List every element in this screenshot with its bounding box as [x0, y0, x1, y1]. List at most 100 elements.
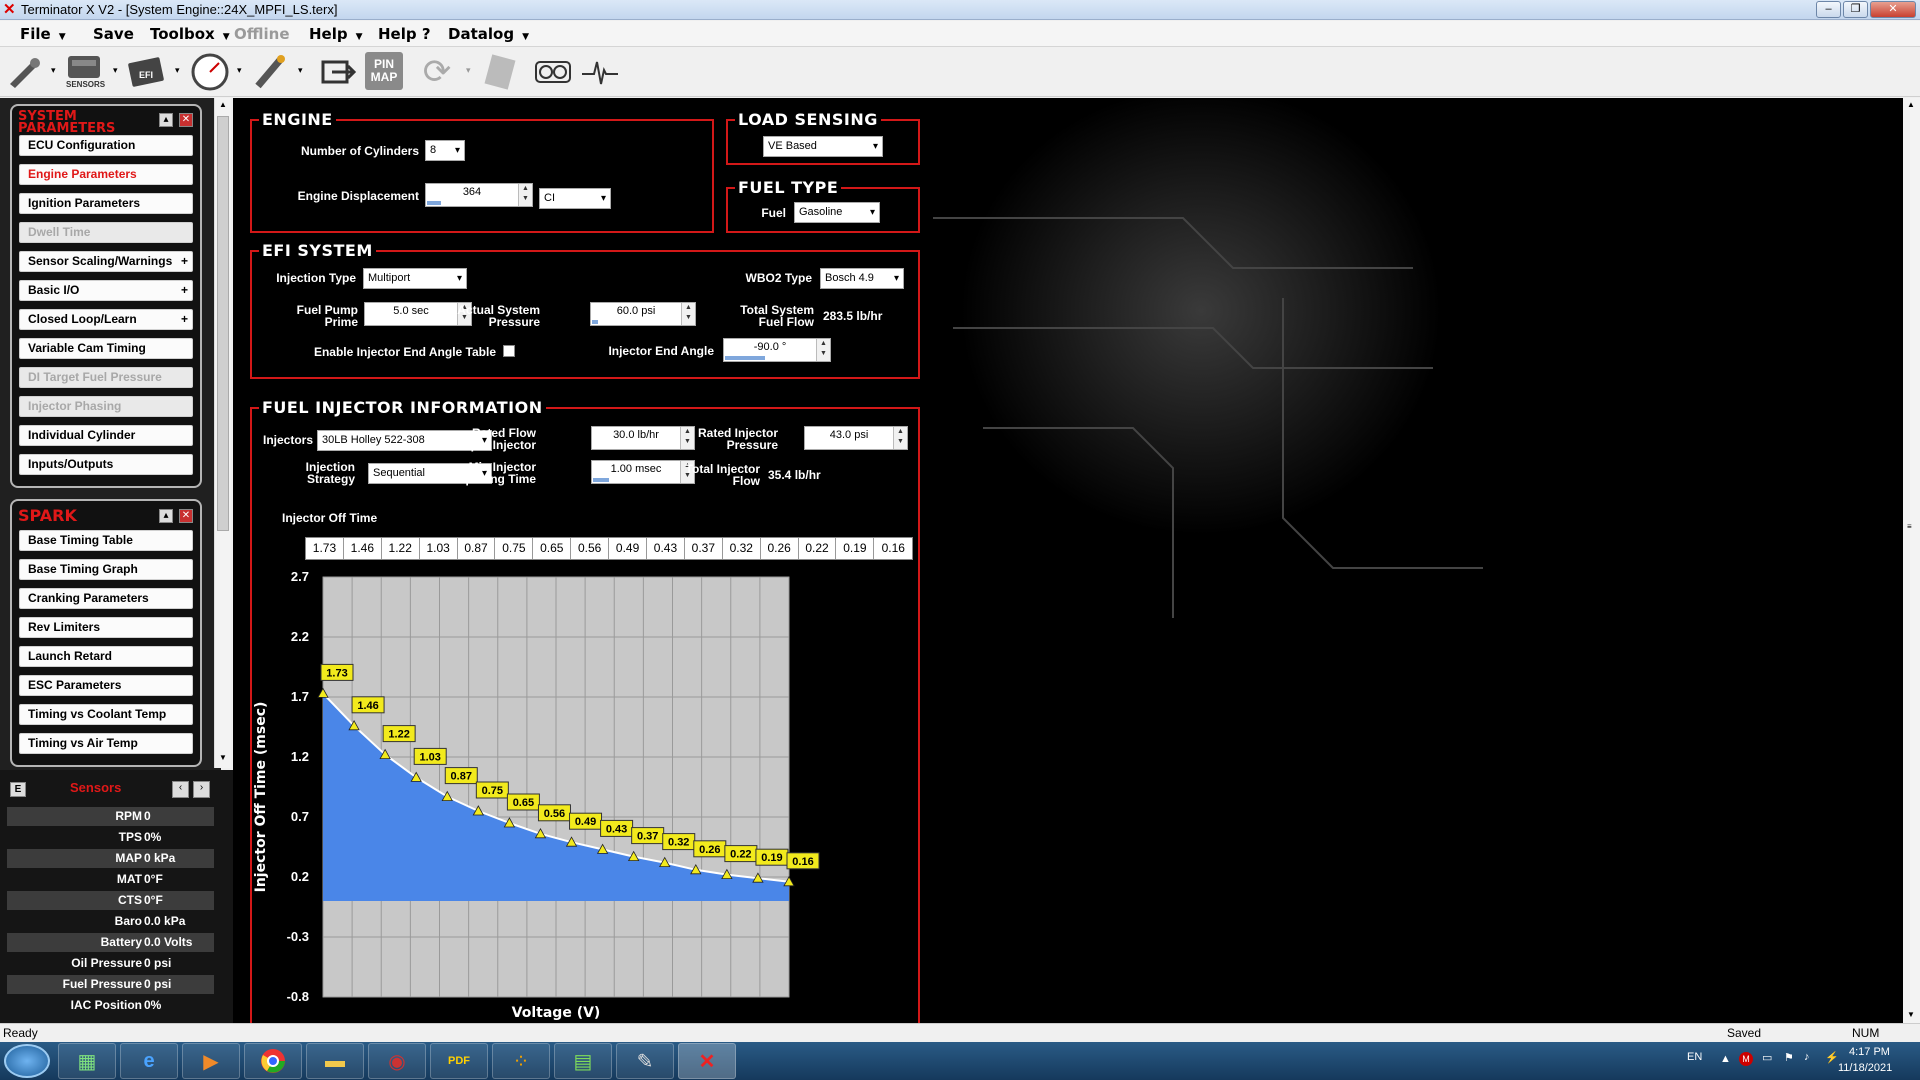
- menu-save[interactable]: Save: [93, 25, 134, 43]
- chrome-icon[interactable]: [244, 1043, 302, 1079]
- menu-help[interactable]: Help ?: [378, 25, 431, 43]
- tray-m-icon[interactable]: M: [1739, 1052, 1753, 1066]
- off-time-cell[interactable]: 0.32: [723, 538, 761, 559]
- nav-closed-loop-learn[interactable]: Closed Loop/Learn +: [19, 309, 193, 330]
- nav-variable-cam-timing[interactable]: Variable Cam Timing: [19, 338, 193, 359]
- language-indicator[interactable]: EN: [1687, 1051, 1702, 1063]
- off-time-cell[interactable]: 0.43: [647, 538, 685, 559]
- spark-close-button[interactable]: ✕: [179, 509, 193, 523]
- spark-collapse-button[interactable]: ▴: [159, 509, 173, 523]
- menu-help[interactable]: Help ▼: [309, 25, 363, 43]
- nav-ignition-parameters[interactable]: Ignition Parameters: [19, 193, 193, 214]
- refresh-dropdown-icon[interactable]: ▾: [466, 65, 471, 76]
- pdf-icon[interactable]: PDF: [430, 1043, 488, 1079]
- displacement-spinner[interactable]: ▲ ▼: [518, 184, 532, 206]
- cylinders-select[interactable]: 8: [425, 140, 465, 161]
- scroll-thumb[interactable]: [217, 116, 229, 531]
- off-time-cell[interactable]: 0.22: [799, 538, 837, 559]
- disc-icon[interactable]: ◉: [368, 1043, 426, 1079]
- gauge-icon[interactable]: [190, 52, 230, 92]
- nav-basic-i-o[interactable]: Basic I/O +: [19, 280, 193, 301]
- chart-app-icon[interactable]: ▤: [554, 1043, 612, 1079]
- nav-sensor-scaling-warnings[interactable]: Sensor Scaling/Warnings +: [19, 251, 193, 272]
- displacement-unit-select[interactable]: CI: [539, 188, 611, 209]
- spark-nav-timing-vs-air-temp[interactable]: Timing vs Air Temp: [19, 733, 193, 754]
- notes-icon[interactable]: [480, 52, 520, 92]
- transfer-icon[interactable]: [318, 52, 358, 92]
- dashboard-icon[interactable]: [533, 52, 573, 92]
- collapse-button[interactable]: ▴: [159, 113, 173, 127]
- menu-toolbox[interactable]: Toolbox ▼: [150, 25, 230, 43]
- tray-network-icon[interactable]: ▭: [1762, 1051, 1772, 1064]
- ie-icon[interactable]: e: [120, 1043, 178, 1079]
- sensors-dropdown-icon[interactable]: ▾: [113, 65, 118, 76]
- right-scrollbar[interactable]: ▲ ≡ ▼: [1903, 98, 1920, 1023]
- end-angle-input[interactable]: -90.0 ° ▲ ▼: [723, 338, 831, 362]
- spark-plug-icon[interactable]: [250, 52, 290, 92]
- off-time-cell[interactable]: 0.75: [495, 538, 534, 559]
- refresh-icon[interactable]: ⟳: [417, 52, 457, 92]
- wbo2-select[interactable]: Bosch 4.9: [820, 268, 904, 289]
- gauge-dropdown-icon[interactable]: ▾: [237, 65, 242, 76]
- spark-nav-timing-vs-coolant-temp[interactable]: Timing vs Coolant Temp: [19, 704, 193, 725]
- maximize-button[interactable]: ❐: [1843, 1, 1868, 18]
- fuel-select[interactable]: Gasoline: [794, 202, 880, 223]
- actual-pressure-spinner[interactable]: ▲ ▼: [681, 303, 695, 325]
- spark-nav-base-timing-table[interactable]: Base Timing Table: [19, 530, 193, 551]
- rated-pressure-spinner[interactable]: ▲ ▼: [893, 427, 907, 449]
- nav-individual-cylinder[interactable]: Individual Cylinder: [19, 425, 193, 446]
- load-sensing-select[interactable]: VE Based: [763, 136, 883, 157]
- folder-icon[interactable]: ▬: [306, 1043, 364, 1079]
- tray-volume-icon[interactable]: ♪: [1804, 1051, 1810, 1063]
- clock-date[interactable]: 11/18/2021: [1838, 1062, 1892, 1074]
- paint-icon[interactable]: ✎: [616, 1043, 674, 1079]
- left-scrollbar[interactable]: ▲ ▼: [214, 98, 231, 768]
- off-time-cell[interactable]: 1.22: [382, 538, 420, 559]
- spark-nav-cranking-parameters[interactable]: Cranking Parameters: [19, 588, 193, 609]
- off-time-cell[interactable]: 0.65: [533, 538, 572, 559]
- terminator-x-icon[interactable]: ✕: [678, 1043, 736, 1079]
- sensors-prev-button[interactable]: ‹: [172, 781, 189, 798]
- off-time-cell[interactable]: 0.26: [761, 538, 799, 559]
- off-time-cell[interactable]: 1.46: [344, 538, 382, 559]
- dots-app-icon[interactable]: ⁘: [492, 1043, 550, 1079]
- injector-icon[interactable]: [4, 52, 44, 92]
- injector-dropdown-icon[interactable]: ▾: [51, 65, 56, 76]
- minimize-button[interactable]: –: [1816, 1, 1841, 18]
- nav-engine-parameters[interactable]: Engine Parameters: [19, 164, 193, 185]
- tray-power-icon[interactable]: ⚡: [1825, 1051, 1839, 1064]
- off-time-cell[interactable]: 0.16: [874, 538, 912, 559]
- tray-action-icon[interactable]: ⚑: [1784, 1051, 1794, 1064]
- enable-end-angle-checkbox[interactable]: [503, 345, 515, 357]
- close-panel-button[interactable]: ✕: [179, 113, 193, 127]
- app-grid-icon[interactable]: ▦: [58, 1043, 116, 1079]
- clock-time[interactable]: 4:17 PM: [1849, 1046, 1890, 1058]
- off-time-cell[interactable]: 0.37: [685, 538, 723, 559]
- nav-ecu-configuration[interactable]: ECU Configuration: [19, 135, 193, 156]
- off-time-cell[interactable]: 0.56: [571, 538, 610, 559]
- off-time-cell[interactable]: 0.19: [836, 538, 875, 559]
- spark-nav-base-timing-graph[interactable]: Base Timing Graph: [19, 559, 193, 580]
- off-time-cell[interactable]: 0.87: [458, 538, 496, 559]
- waveform-icon[interactable]: [580, 52, 620, 92]
- actual-pressure-input[interactable]: 60.0 psi ▲ ▼: [590, 302, 696, 326]
- rated-pressure-input[interactable]: 43.0 psi ▲ ▼: [804, 426, 908, 450]
- media-icon[interactable]: ▶: [182, 1043, 240, 1079]
- spark-nav-rev-limiters[interactable]: Rev Limiters: [19, 617, 193, 638]
- off-time-chart[interactable]: 2.7 2.2 1.7 1.2 0.7 0.2 -0.3 -0.8 1.73 1.46 1.22 1.…: [245, 569, 925, 1021]
- menu-file[interactable]: File ▼: [20, 25, 66, 43]
- close-button[interactable]: ✕: [1870, 1, 1916, 18]
- off-time-cell[interactable]: 0.49: [609, 538, 648, 559]
- spark-nav-launch-retard[interactable]: Launch Retard: [19, 646, 193, 667]
- pin-map-icon[interactable]: PIN MAP: [365, 52, 403, 90]
- menu-datalog[interactable]: Datalog ▼: [448, 25, 529, 43]
- start-orb-icon[interactable]: [4, 1044, 50, 1078]
- e-button[interactable]: E: [10, 782, 26, 797]
- spark-dropdown-icon[interactable]: ▾: [298, 65, 303, 76]
- tray-expand-icon[interactable]: ▲: [1720, 1053, 1731, 1065]
- efi-dropdown-icon[interactable]: ▾: [175, 65, 180, 76]
- spark-nav-esc-parameters[interactable]: ESC Parameters: [19, 675, 193, 696]
- sensors-next-button[interactable]: ›: [193, 781, 210, 798]
- displacement-input[interactable]: 364 ▲ ▼: [425, 183, 533, 207]
- end-angle-spinner[interactable]: ▲ ▼: [816, 339, 830, 361]
